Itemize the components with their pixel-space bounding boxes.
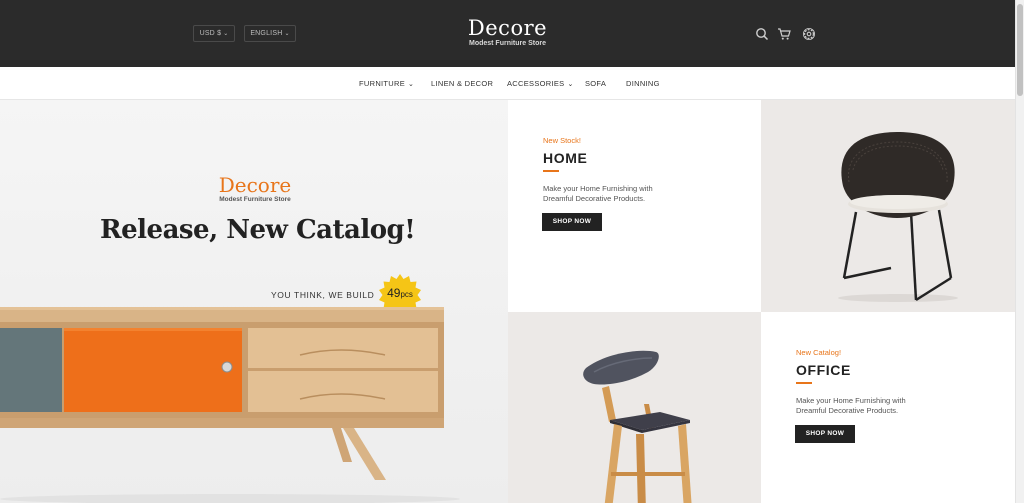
currency-label: USD $ — [199, 30, 222, 37]
nav-item-linen-decor[interactable]: LINEN & DECOR — [431, 79, 493, 88]
armchair-image — [838, 132, 958, 302]
logo-title: Decore — [467, 16, 548, 40]
main-nav: FURNITURE ⌄ LINEN & DECOR ACCESSORIES ⌄ SO… — [0, 67, 1015, 100]
chevron-down-icon: ⌄ — [223, 31, 229, 37]
hero-logo-tagline: Modest Furniture Store — [219, 196, 291, 203]
language-label: ENGLISH — [250, 30, 283, 37]
chevron-down-icon: ⌄ — [567, 81, 574, 88]
site-header: USD $ ⌄ ENGLISH ⌄ Decore Modest Furniture … — [0, 0, 1015, 67]
promo-image-chair[interactable] — [508, 312, 762, 503]
currency-selector[interactable]: USD $ ⌄ — [193, 25, 235, 42]
badge-unit: pcs — [400, 290, 413, 299]
badge-label: 49pcs — [378, 286, 422, 300]
cart-icon[interactable] — [777, 27, 791, 41]
accent-divider — [543, 170, 559, 172]
nav-item-label: ACCESSORIES — [507, 79, 565, 88]
hero-title: Release, New Catalog! — [100, 215, 416, 245]
hero-tagline: YOU THINK, WE BUILD — [271, 290, 375, 300]
gear-icon[interactable] — [802, 27, 816, 41]
nav-item-label: LINEN & DECOR — [431, 79, 494, 88]
nav-item-furniture[interactable]: FURNITURE ⌄ — [359, 79, 414, 88]
nav-item-label: SOFA — [585, 79, 607, 88]
dining-chair-image — [583, 350, 692, 503]
hero-logo: Decore Modest Furniture Store — [200, 174, 310, 203]
nav-item-accessories[interactable]: ACCESSORIES ⌄ — [507, 79, 574, 88]
card-title: HOME — [543, 150, 588, 166]
page: USD $ ⌄ ENGLISH ⌄ Decore Modest Furniture … — [0, 0, 1024, 503]
hero-banner[interactable]: Decore Modest Furniture Store Release, N… — [0, 100, 508, 503]
search-icon[interactable] — [755, 27, 769, 41]
badge-number: 49 — [387, 286, 401, 300]
sideboard-image — [0, 307, 460, 503]
nav-item-label: FURNITURE — [359, 79, 406, 88]
card-description: Make your Home Furnishing with Dreamful … — [543, 184, 653, 203]
nav-item-label: DINNING — [626, 79, 660, 88]
promo-card-home: New Stock! HOME Make your Home Furnishin… — [508, 100, 762, 312]
card-kicker: New Stock! — [543, 136, 581, 145]
promo-card-office: New Catalog! OFFICE Make your Home Furni… — [761, 312, 1015, 503]
hero-logo-title: Decore — [218, 173, 292, 197]
nav-item-sofa[interactable]: SOFA — [585, 79, 606, 88]
shop-now-button[interactable]: SHOP NOW — [542, 213, 602, 231]
chevron-down-icon: ⌄ — [408, 81, 415, 88]
nav-item-dinning[interactable]: DINNING — [626, 79, 660, 88]
card-title: OFFICE — [796, 362, 851, 378]
site-logo[interactable]: Decore Modest Furniture Store — [440, 16, 575, 48]
scrollbar-thumb[interactable] — [1017, 4, 1023, 96]
shop-now-button[interactable]: SHOP NOW — [795, 425, 855, 443]
language-selector[interactable]: ENGLISH ⌄ — [244, 25, 296, 42]
chevron-down-icon: ⌄ — [284, 31, 290, 37]
logo-tagline: Modest Furniture Store — [468, 40, 546, 47]
card-kicker: New Catalog! — [796, 348, 842, 357]
promo-image-armchair[interactable] — [761, 100, 1015, 312]
vertical-scrollbar[interactable] — [1015, 0, 1024, 503]
card-description: Make your Home Furnishing with Dreamful … — [796, 396, 906, 415]
accent-divider — [796, 382, 812, 384]
